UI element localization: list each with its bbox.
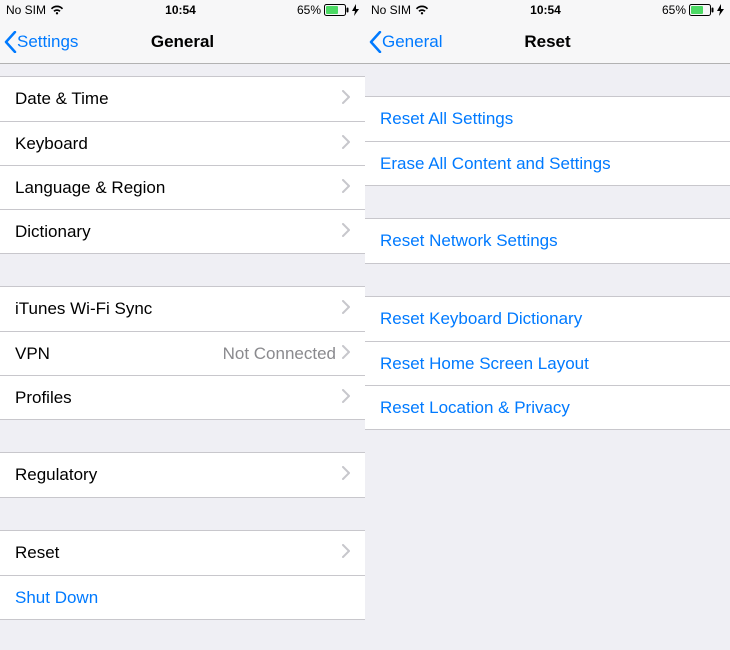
row-label: Reset Home Screen Layout: [380, 354, 715, 374]
row-vpn[interactable]: VPNNot Connected: [0, 331, 365, 375]
chevron-right-icon: [342, 465, 350, 485]
back-button[interactable]: Settings: [0, 31, 78, 53]
row-label: Erase All Content and Settings: [380, 154, 715, 174]
row-reset-keyboard-dictionary[interactable]: Reset Keyboard Dictionary: [365, 297, 730, 341]
status-left: No SIM: [371, 3, 429, 17]
back-button[interactable]: General: [365, 31, 442, 53]
row-itunes-wi-fi-sync[interactable]: iTunes Wi-Fi Sync: [0, 287, 365, 331]
group-gap: [365, 64, 730, 96]
row-label: Language & Region: [15, 178, 342, 198]
battery-icon: [324, 4, 349, 16]
group-gap: [365, 186, 730, 218]
row-label: Reset: [15, 543, 342, 563]
row-reset-home-screen-layout[interactable]: Reset Home Screen Layout: [365, 341, 730, 385]
status-left: No SIM: [6, 3, 64, 17]
row-label: Reset Network Settings: [380, 231, 715, 251]
row-shut-down[interactable]: Shut Down: [0, 575, 365, 619]
row-label: Reset Location & Privacy: [380, 398, 715, 418]
back-label: General: [382, 32, 442, 52]
status-time: 10:54: [530, 3, 561, 17]
wifi-icon: [415, 5, 429, 15]
row-label: Dictionary: [15, 222, 342, 242]
chevron-right-icon: [342, 222, 350, 242]
row-label: Regulatory: [15, 465, 342, 485]
wifi-icon: [50, 5, 64, 15]
pane-general: No SIM 10:54 65% Setting: [0, 0, 365, 650]
content-general: Date & Time Keyboard Language & Region Dict…: [0, 64, 365, 650]
chevron-right-icon: [342, 543, 350, 563]
charging-bolt-icon: [352, 4, 359, 16]
row-keyboard[interactable]: Keyboard: [0, 121, 365, 165]
carrier-label: No SIM: [6, 3, 46, 17]
row-label: Keyboard: [15, 134, 342, 154]
settings-group: Regulatory: [0, 452, 365, 498]
nav-bar: Settings General: [0, 20, 365, 64]
row-label: Shut Down: [15, 588, 350, 608]
row-reset-location-privacy[interactable]: Reset Location & Privacy: [365, 385, 730, 429]
row-language-region[interactable]: Language & Region: [0, 165, 365, 209]
row-dictionary[interactable]: Dictionary: [0, 209, 365, 253]
chevron-left-icon: [4, 31, 17, 53]
group-gap: [0, 498, 365, 530]
settings-group: Date & Time Keyboard Language & Region Dict…: [0, 76, 365, 254]
chevron-right-icon: [342, 299, 350, 319]
row-profiles[interactable]: Profiles: [0, 375, 365, 419]
row-date-time[interactable]: Date & Time: [0, 77, 365, 121]
chevron-right-icon: [342, 178, 350, 198]
content-reset: Reset All Settings Erase All Content and …: [365, 64, 730, 650]
chevron-right-icon: [342, 344, 350, 364]
row-label: Date & Time: [15, 89, 342, 109]
chevron-right-icon: [342, 388, 350, 408]
row-reset-network-settings[interactable]: Reset Network Settings: [365, 219, 730, 263]
row-label: iTunes Wi-Fi Sync: [15, 299, 342, 319]
settings-group: iTunes Wi-Fi Sync VPNNot Connected Profile…: [0, 286, 365, 420]
settings-group: Reset All Settings Erase All Content and …: [365, 96, 730, 186]
row-detail: Not Connected: [223, 344, 336, 364]
status-right: 65%: [297, 3, 359, 17]
group-gap: [0, 64, 365, 76]
group-gap: [0, 254, 365, 286]
carrier-label: No SIM: [371, 3, 411, 17]
pane-reset: No SIM 10:54 65% General: [365, 0, 730, 650]
settings-group: Reset Keyboard Dictionary Reset Home Scre…: [365, 296, 730, 430]
chevron-right-icon: [342, 89, 350, 109]
row-reset-all-settings[interactable]: Reset All Settings: [365, 97, 730, 141]
charging-bolt-icon: [717, 4, 724, 16]
back-label: Settings: [17, 32, 78, 52]
row-erase-all-content-and-settings[interactable]: Erase All Content and Settings: [365, 141, 730, 185]
row-reset[interactable]: Reset: [0, 531, 365, 575]
status-time: 10:54: [165, 3, 196, 17]
status-right: 65%: [662, 3, 724, 17]
status-bar: No SIM 10:54 65%: [365, 0, 730, 20]
settings-group: Reset Shut Down: [0, 530, 365, 620]
row-label: Reset All Settings: [380, 109, 715, 129]
battery-icon: [689, 4, 714, 16]
status-bar: No SIM 10:54 65%: [0, 0, 365, 20]
battery-pct: 65%: [297, 3, 321, 17]
settings-group: Reset Network Settings: [365, 218, 730, 264]
row-label: VPN: [15, 344, 223, 364]
chevron-right-icon: [342, 134, 350, 154]
row-label: Reset Keyboard Dictionary: [380, 309, 715, 329]
group-gap: [0, 420, 365, 452]
battery-pct: 65%: [662, 3, 686, 17]
chevron-left-icon: [369, 31, 382, 53]
row-label: Profiles: [15, 388, 342, 408]
row-regulatory[interactable]: Regulatory: [0, 453, 365, 497]
nav-bar: General Reset: [365, 20, 730, 64]
group-gap: [365, 264, 730, 296]
